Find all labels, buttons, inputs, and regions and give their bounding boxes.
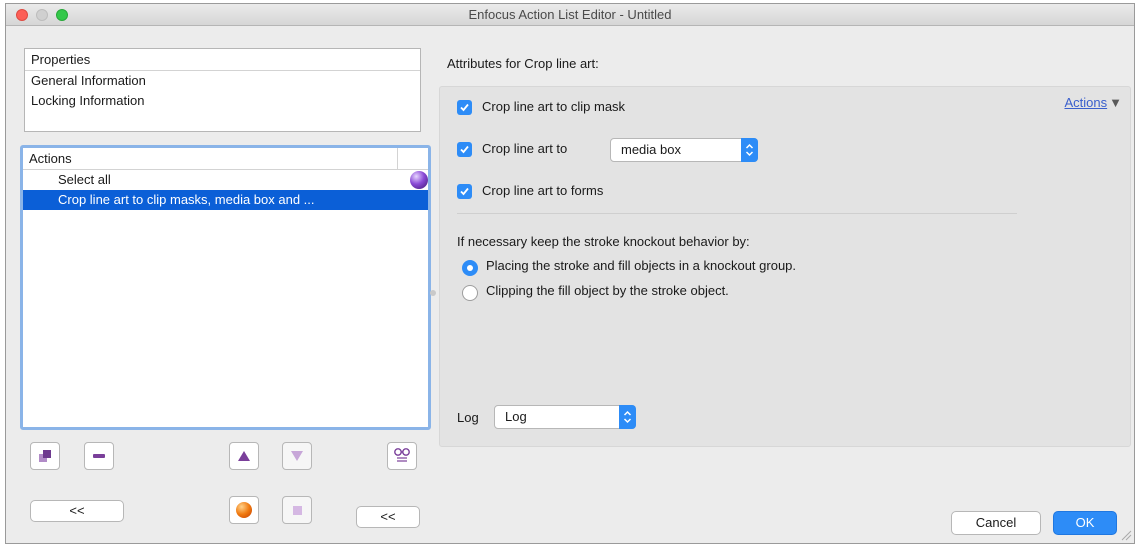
action-item-crop-line-art[interactable]: Crop line art to clip masks, media box a… xyxy=(23,190,428,210)
duplicate-action-button[interactable] xyxy=(30,442,60,470)
title-bar: Enfocus Action List Editor - Untitled xyxy=(6,4,1134,26)
knockout-group-radio[interactable] xyxy=(462,260,478,276)
cancel-button[interactable]: Cancel xyxy=(951,511,1041,535)
clip-fill-radio[interactable] xyxy=(462,285,478,301)
action-item-select-all[interactable]: Select all xyxy=(23,170,428,190)
knockout-group-label: Placing the stroke and fill objects in a… xyxy=(486,258,797,273)
log-select[interactable]: Log xyxy=(494,405,636,429)
collapse-left-button[interactable]: << xyxy=(30,500,124,522)
move-up-button[interactable] xyxy=(229,442,259,470)
properties-header: Properties xyxy=(25,49,420,71)
attributes-panel: Actions ▼ Crop line art to clip mask Crop… xyxy=(439,86,1131,447)
stop-icon xyxy=(292,505,302,515)
actions-header-divider xyxy=(397,148,398,170)
triangle-down-icon: ▼ xyxy=(1109,95,1122,110)
crop-to-box-label: Crop line art to xyxy=(482,141,568,156)
properties-item-general-information[interactable]: General Information xyxy=(25,71,420,91)
window-title: Enfocus Action List Editor - Untitled xyxy=(468,7,672,22)
crop-target-select[interactable]: media box xyxy=(610,138,758,162)
knockout-prompt: If necessary keep the stroke knockout be… xyxy=(457,234,750,249)
properties-list: Properties General Information Locking I… xyxy=(24,48,421,132)
remove-action-button[interactable] xyxy=(84,442,114,470)
glasses-icon xyxy=(394,448,410,462)
checkmark-icon xyxy=(460,145,469,154)
section-divider xyxy=(457,213,1017,214)
collapse-right-button[interactable]: << xyxy=(356,506,420,528)
properties-item-locking-information[interactable]: Locking Information xyxy=(25,91,420,111)
checkmark-icon xyxy=(460,103,469,112)
actions-menu-label: Actions xyxy=(1064,95,1108,110)
crop-to-forms-label: Crop line art to forms xyxy=(482,183,604,198)
action-list-editor-window: Enfocus Action List Editor - Untitled Pr… xyxy=(5,3,1135,544)
arrow-down-icon xyxy=(291,451,303,461)
stop-button[interactable] xyxy=(282,496,312,524)
log-label: Log xyxy=(457,410,479,425)
ok-button[interactable]: OK xyxy=(1053,511,1117,535)
actions-menu-link[interactable]: Actions ▼ xyxy=(1064,95,1122,110)
splitter-handle[interactable] xyxy=(430,290,436,296)
move-down-button[interactable] xyxy=(282,442,312,470)
actions-list[interactable]: Actions Select all Crop line art to clip… xyxy=(20,145,431,430)
crop-to-clip-mask-checkbox[interactable] xyxy=(457,100,472,115)
inspect-action-button[interactable] xyxy=(387,442,417,470)
actions-header[interactable]: Actions xyxy=(23,148,428,170)
updown-chevron-icon xyxy=(619,405,636,429)
crop-to-clip-mask-label: Crop line art to clip mask xyxy=(482,99,626,114)
attributes-title: Attributes for Crop line art: xyxy=(447,56,599,71)
crop-to-forms-checkbox[interactable] xyxy=(457,184,472,199)
minus-icon xyxy=(93,454,105,458)
clip-fill-label: Clipping the fill object by the stroke o… xyxy=(486,283,729,298)
crop-to-box-checkbox[interactable] xyxy=(457,142,472,157)
action-item-label: Select all xyxy=(58,172,111,187)
record-button[interactable] xyxy=(229,496,259,524)
record-icon xyxy=(236,502,252,518)
log-select-value: Log xyxy=(505,409,527,424)
status-orb-icon xyxy=(410,171,428,189)
arrow-up-icon xyxy=(238,451,250,461)
checkmark-icon xyxy=(460,187,469,196)
duplicate-icon xyxy=(39,450,51,462)
crop-target-value: media box xyxy=(621,142,681,157)
updown-chevron-icon xyxy=(741,138,758,162)
resize-grip-icon[interactable] xyxy=(1120,529,1132,541)
